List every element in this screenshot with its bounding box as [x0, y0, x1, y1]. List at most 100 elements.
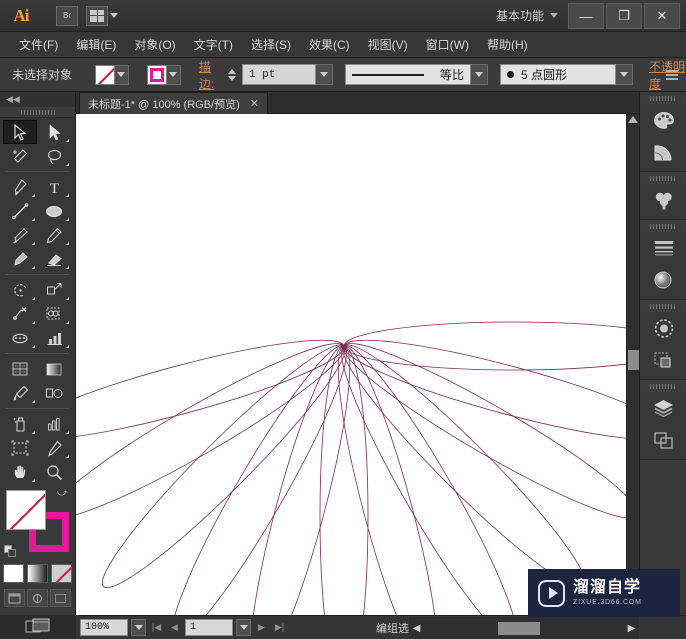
stepper-up-icon[interactable] — [227, 68, 236, 74]
stroke-panel-link[interactable]: 描边: — [199, 58, 220, 92]
gradient-panel-icon[interactable] — [640, 264, 686, 296]
menu-help[interactable]: 帮助(H) — [478, 33, 537, 56]
panel-menu-icon[interactable] — [660, 67, 678, 83]
mesh-tool[interactable] — [3, 357, 37, 381]
magic-wand-tool[interactable] — [3, 144, 37, 168]
maximize-button[interactable]: ❐ — [606, 3, 642, 29]
symbols-panel-icon[interactable] — [640, 312, 686, 344]
stroke-swatch-group[interactable] — [146, 64, 181, 85]
dock-grip[interactable] — [640, 92, 686, 104]
brush-definition-combo[interactable]: 5 点圆形 — [499, 64, 633, 85]
horizontal-scrollbar[interactable]: ◀ ▶ — [409, 617, 639, 639]
stroke-panel-icon[interactable] — [640, 232, 686, 264]
blob-brush-tool[interactable] — [3, 247, 37, 271]
menu-select[interactable]: 选择(S) — [242, 33, 300, 56]
dock-grip[interactable] — [640, 380, 686, 392]
menu-window[interactable]: 窗口(W) — [417, 33, 478, 56]
brush-definition-box[interactable]: 5 点圆形 — [499, 64, 616, 85]
stroke-weight-field[interactable]: 1 pt — [241, 64, 316, 85]
collapse-panel-button[interactable]: ◀◀ — [0, 92, 75, 107]
fill-swatch[interactable] — [94, 64, 115, 85]
menu-type[interactable]: 文字(T) — [185, 33, 242, 56]
vertical-scrollbar[interactable] — [626, 114, 639, 615]
arrange-documents-icon[interactable] — [86, 5, 108, 26]
width-tool[interactable] — [3, 302, 37, 326]
horizontal-scroll-track[interactable] — [424, 618, 624, 638]
stroke-weight-combo[interactable]: 1 pt — [241, 64, 333, 85]
scroll-left-icon[interactable]: ◀ — [409, 618, 424, 638]
full-screen-button[interactable] — [50, 589, 71, 607]
lasso-tool[interactable] — [37, 144, 71, 168]
default-fill-stroke-icon[interactable] — [4, 545, 17, 558]
horizontal-scroll-thumb[interactable] — [498, 622, 540, 635]
menu-view[interactable]: 视图(V) — [359, 33, 417, 56]
workspace-switcher[interactable]: 基本功能 — [496, 7, 558, 24]
free-transform-tool[interactable] — [3, 326, 37, 350]
normal-screen-mode-button[interactable] — [4, 589, 25, 607]
arrange-chevron-down-icon[interactable] — [110, 13, 118, 18]
pen-tool[interactable] — [3, 175, 37, 199]
scale-tool[interactable] — [37, 278, 71, 302]
scroll-up-icon[interactable] — [628, 116, 638, 123]
fill-color-swatch[interactable] — [6, 490, 46, 530]
menu-file[interactable]: 文件(F) — [10, 33, 67, 56]
artboard-tool[interactable] — [3, 436, 37, 460]
hand-tool[interactable] — [3, 460, 37, 484]
next-artboard-button[interactable]: ▶ — [254, 619, 269, 636]
artboards-panel-icon[interactable] — [640, 424, 686, 456]
document-tab[interactable]: 未标题-1* @ 100% (RGB/预览) ✕ — [79, 92, 268, 114]
stroke-profile-combo[interactable]: 等比 — [344, 64, 488, 85]
stroke-profile-box[interactable]: 等比 — [344, 64, 471, 85]
fill-swatch-group[interactable] — [94, 64, 129, 85]
minimize-button[interactable]: — — [568, 3, 604, 29]
color-guide-panel-icon[interactable] — [640, 136, 686, 168]
pencil-tool[interactable] — [37, 223, 71, 247]
align-panel-icon[interactable] — [640, 344, 686, 376]
stroke-weight-stepper[interactable] — [227, 68, 236, 81]
symbol-sprayer-tool[interactable] — [3, 412, 37, 436]
close-icon[interactable]: ✕ — [250, 97, 259, 110]
artboard[interactable] — [76, 114, 627, 615]
shape-builder-tool[interactable] — [37, 302, 71, 326]
tools-panel-grip[interactable] — [0, 107, 75, 118]
graph-tool[interactable] — [37, 412, 71, 436]
rotate-tool[interactable] — [3, 278, 37, 302]
fill-dropdown-button[interactable] — [114, 64, 129, 85]
brushes-panel-icon[interactable] — [640, 184, 686, 216]
close-button[interactable]: ✕ — [644, 3, 680, 29]
full-screen-with-menu-button[interactable] — [27, 589, 48, 607]
scroll-right-icon[interactable]: ▶ — [624, 618, 639, 638]
layers-panel-icon[interactable] — [640, 392, 686, 424]
artboard-number-field[interactable]: 1 — [185, 619, 233, 636]
dock-grip[interactable] — [640, 172, 686, 184]
slice-tool[interactable] — [37, 436, 71, 460]
zoom-dropdown-button[interactable] — [131, 619, 146, 636]
zoom-level-field[interactable]: 100% — [80, 619, 128, 636]
ellipse-tool[interactable] — [37, 199, 71, 223]
stepper-down-icon[interactable] — [227, 75, 236, 81]
menu-object[interactable]: 对象(O) — [125, 33, 184, 56]
none-color-button[interactable] — [51, 564, 72, 583]
column-graph-tool[interactable] — [37, 326, 71, 350]
zoom-tool[interactable] — [37, 460, 71, 484]
stroke-weight-dropdown-button[interactable] — [315, 64, 333, 85]
stroke-profile-dropdown-button[interactable] — [470, 64, 488, 85]
dock-grip[interactable] — [640, 300, 686, 312]
vertical-scroll-thumb[interactable] — [628, 350, 639, 370]
paintbrush-tool[interactable] — [3, 223, 37, 247]
type-tool[interactable]: T — [37, 175, 71, 199]
menu-edit[interactable]: 编辑(E) — [67, 33, 125, 56]
eraser-tool[interactable] — [37, 247, 71, 271]
swap-fill-stroke-icon[interactable]: ⤻ — [57, 488, 69, 500]
gradient-button[interactable] — [27, 564, 48, 583]
stroke-dropdown-button[interactable] — [166, 64, 181, 85]
gradient-tool[interactable] — [37, 357, 71, 381]
first-artboard-button[interactable]: |◀ — [149, 619, 164, 636]
direct-selection-tool[interactable] — [37, 120, 71, 144]
stroke-swatch[interactable] — [146, 64, 167, 85]
last-artboard-button[interactable]: ▶| — [272, 619, 287, 636]
brush-definition-dropdown-button[interactable] — [615, 64, 633, 85]
bridge-icon[interactable]: Br — [56, 5, 78, 26]
menu-effect[interactable]: 效果(C) — [300, 33, 359, 56]
previous-artboard-button[interactable]: ◀ — [167, 619, 182, 636]
